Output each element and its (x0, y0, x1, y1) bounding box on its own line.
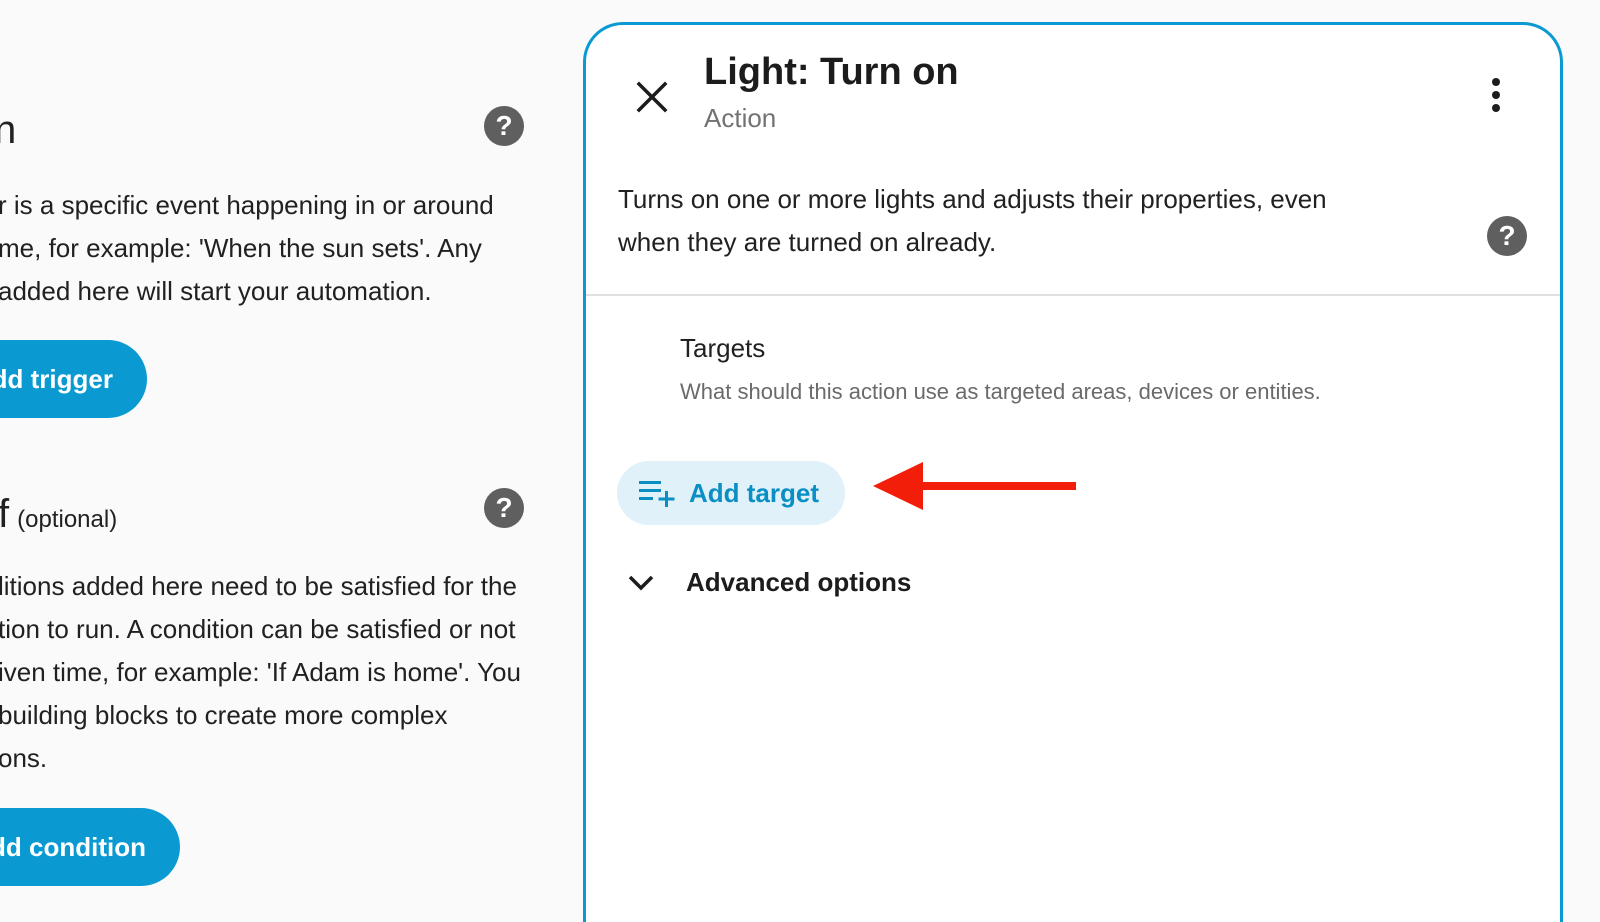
triggers-description: r is a specific event happening in or ar… (0, 190, 494, 306)
triggers-heading: n (0, 108, 17, 152)
advanced-options-label: Advanced options (686, 566, 912, 597)
conditions-description: litions added here need to be satisfied … (0, 571, 521, 773)
help-icon[interactable]: ? (1487, 216, 1527, 256)
add-target-label: Add target (689, 477, 819, 508)
automation-editor-panel: n ? r is a specific event happening in o… (0, 0, 580, 900)
action-dialog: Light: Turn on Action Turns on one or mo… (583, 22, 1563, 922)
add-condition-button[interactable]: dd condition (0, 808, 180, 886)
targets-helper-text: What should this action use as targeted … (680, 379, 1321, 404)
close-icon[interactable] (632, 77, 672, 117)
more-vertical-icon[interactable] (1476, 75, 1516, 115)
targets-label: Targets (680, 333, 766, 363)
help-icon[interactable]: ? (484, 488, 524, 528)
annotation-arrow-icon (873, 462, 1076, 510)
conditions-heading: f (optional) (0, 492, 118, 536)
playlist-plus-icon (639, 481, 675, 507)
dialog-subtitle: Action (704, 103, 777, 133)
chevron-down-icon (628, 575, 654, 591)
add-trigger-button[interactable]: dd trigger (0, 340, 147, 418)
add-target-button[interactable]: Add target (617, 461, 845, 525)
divider (586, 294, 1560, 296)
help-icon[interactable]: ? (484, 106, 524, 146)
advanced-options-toggle[interactable]: Advanced options (624, 565, 911, 599)
dialog-description: Turns on one or more lights and adjusts … (618, 184, 1327, 257)
dialog-title: Light: Turn on (704, 51, 959, 93)
